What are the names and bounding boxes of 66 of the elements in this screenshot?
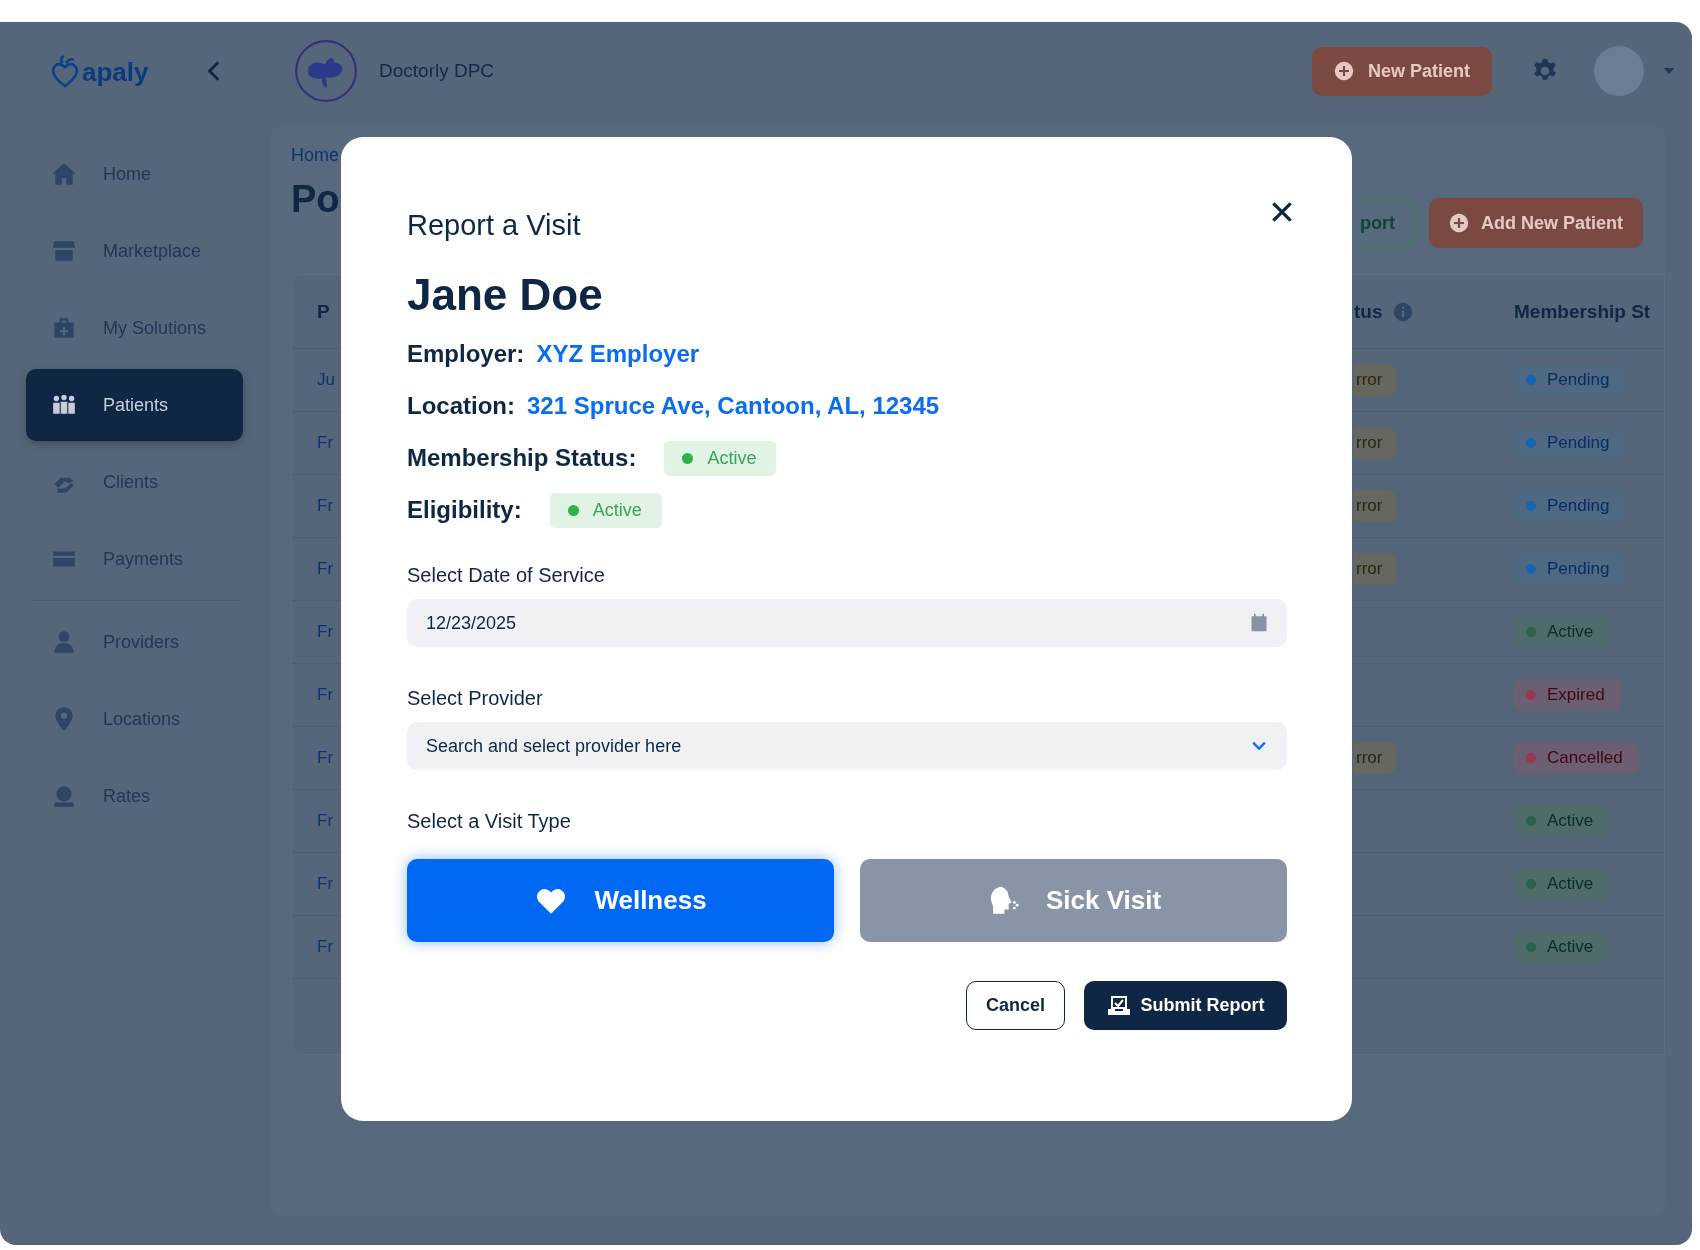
membership-badge: Pending <box>1514 364 1626 396</box>
membership-badge: Pending <box>1514 427 1626 459</box>
dialog-title: Report a Visit <box>407 209 581 242</box>
detail-label: Membership Status: <box>407 444 637 472</box>
info-icon <box>1392 301 1413 322</box>
status-badge: rror <box>1354 427 1397 459</box>
membership-badge: Expired <box>1514 679 1621 711</box>
column-header: P <box>316 300 331 323</box>
org-logo-icon <box>294 39 358 103</box>
table-cell[interactable]: Fr <box>292 685 337 705</box>
table-cell[interactable]: Ju <box>292 370 337 390</box>
status-badge: rror <box>1354 553 1397 585</box>
organization-name: Doctorly DPC <box>379 60 495 82</box>
membership-badge: Active <box>1514 931 1610 963</box>
membership-badge: Active <box>1514 805 1610 837</box>
membership-badge: Cancelled <box>1514 742 1639 774</box>
close-icon <box>1269 199 1295 225</box>
plus-circle-icon <box>1333 61 1354 81</box>
detail-label: Employer: <box>407 340 525 368</box>
breadcrumb-link[interactable]: Home <box>291 145 340 166</box>
column-header: tus <box>1354 300 1383 323</box>
membership-badge: Active <box>1514 616 1610 648</box>
store-icon <box>51 238 77 264</box>
sidebar-item[interactable]: Patients <box>26 369 243 441</box>
export-button[interactable]: port <box>1356 198 1416 248</box>
table-cell[interactable]: Fr <box>292 811 337 831</box>
table-cell[interactable]: Fr <box>292 496 337 516</box>
detail-link[interactable]: 321 Spruce Ave, Cantoon, AL, 12345 <box>527 392 940 420</box>
detail-link[interactable]: XYZ Employer <box>536 340 700 368</box>
page-title: Po <box>291 178 340 221</box>
person-icon <box>51 629 77 655</box>
visit-type-button[interactable]: Wellness <box>407 859 834 942</box>
apaly-logo[interactable]: apaly <box>50 51 149 91</box>
provider-dropdown[interactable]: Search and select provider here <box>407 722 1287 770</box>
status-badge: rror <box>1354 742 1397 774</box>
home-icon <box>51 161 77 187</box>
submit-button[interactable]: Submit Report <box>1084 981 1287 1030</box>
detail-label: Eligibility: <box>407 496 522 524</box>
cancel-button[interactable]: Cancel <box>966 981 1065 1030</box>
membership-badge: Pending <box>1514 553 1626 585</box>
plus-circle-icon <box>1449 213 1469 233</box>
status-badge: Active <box>549 492 662 528</box>
new-patient-button[interactable]: New Patient <box>1311 46 1492 96</box>
calendar-icon <box>1249 613 1269 633</box>
medical-kit-icon <box>51 315 77 341</box>
detail-label: Location: <box>407 392 515 420</box>
report-check-icon <box>1106 993 1131 1018</box>
table-cell[interactable]: Fr <box>292 748 337 768</box>
membership-badge: Pending <box>1514 490 1626 522</box>
patient-name: Jane Doe <box>407 270 604 320</box>
status-badge: rror <box>1354 364 1397 396</box>
visit-type-button[interactable]: Sick Visit <box>860 859 1287 942</box>
column-header: Membership St <box>1514 300 1652 323</box>
status-badge: Active <box>664 440 777 476</box>
field-label: Select a Visit Type <box>407 810 572 833</box>
date-field[interactable]: 12/23/2025 <box>407 599 1287 647</box>
table-cell[interactable]: Fr <box>292 874 337 894</box>
table-cell[interactable]: Fr <box>292 559 337 579</box>
table-cell[interactable]: Fr <box>292 937 337 957</box>
add-patient-button[interactable]: Add New Patient <box>1429 198 1643 248</box>
field-label: Select Provider <box>407 687 544 710</box>
status-badge: rror <box>1354 490 1397 522</box>
table-cell[interactable]: Fr <box>292 622 337 642</box>
membership-badge: Active <box>1514 868 1610 900</box>
table-cell[interactable]: Fr <box>292 433 337 453</box>
field-label: Select Date of Service <box>407 564 606 587</box>
